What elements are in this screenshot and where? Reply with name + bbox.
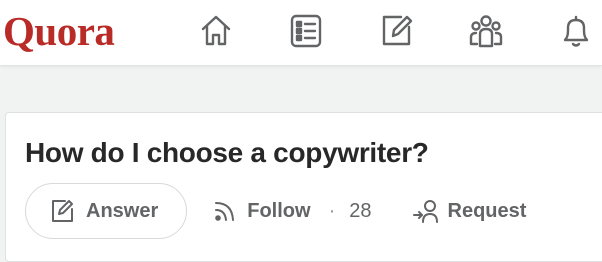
request-button[interactable]: Request <box>412 183 527 239</box>
follow-rss-icon <box>215 202 235 221</box>
request-label: Request <box>447 199 527 222</box>
question-actions: Answer Follow · 28 Request <box>25 183 526 239</box>
home-icon[interactable] <box>196 11 236 51</box>
top-navigation-bar: Quora <box>0 0 602 66</box>
follow-button[interactable]: Follow · 28 <box>211 183 372 239</box>
question-title[interactable]: How do I choose a copywriter? <box>25 137 429 169</box>
edit-icon <box>52 200 73 222</box>
answer-label: Answer <box>86 199 159 222</box>
request-person-icon <box>412 200 438 223</box>
quora-logo[interactable]: Quora <box>3 5 115 57</box>
notifications-bell-icon[interactable] <box>556 11 596 51</box>
answer-button[interactable]: Answer <box>25 183 188 239</box>
following-list-icon[interactable] <box>286 11 326 51</box>
edit-icon[interactable] <box>376 11 416 51</box>
spaces-people-icon[interactable] <box>466 11 506 51</box>
follow-label: Follow <box>247 199 311 222</box>
follow-separator: · <box>328 199 336 222</box>
follow-count: 28 <box>349 199 372 222</box>
question-card: How do I choose a copywriter? Answer Fol… <box>5 112 602 262</box>
